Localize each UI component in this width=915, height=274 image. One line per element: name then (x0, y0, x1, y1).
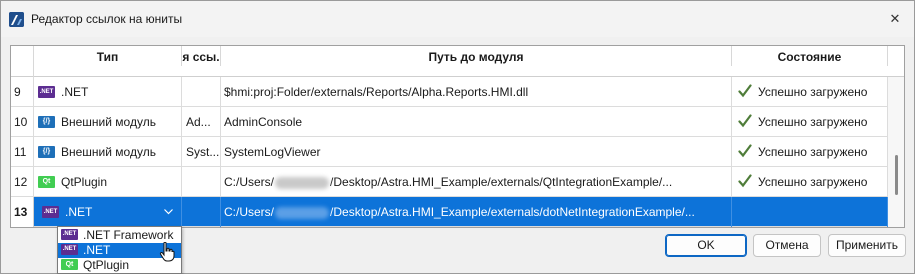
table-header: Тип я ссы. Путь до модуля Состояние (11, 46, 904, 77)
state-cell: Успешно загружено (732, 167, 888, 197)
header-num (11, 46, 34, 77)
status-label: Успешно загружено (758, 145, 868, 159)
dropdown-option[interactable]: .NET .NET Framework (58, 228, 181, 243)
combobox-value: .NET (65, 205, 93, 219)
units-table: Тип я ссы. Путь до модуля Состояние 9 .N… (10, 45, 905, 228)
qt-icon: Qt (38, 175, 55, 188)
checkmark-icon (738, 144, 752, 158)
header-type[interactable]: Тип (34, 46, 182, 66)
path-cell[interactable]: AdminConsole (221, 107, 732, 137)
app-icon (9, 12, 24, 27)
option-label: .NET Framework (83, 228, 174, 242)
type-combobox[interactable]: .NET .NET (37, 200, 180, 224)
unit-link-editor-window: Редактор ссылок на юниты ✕ Тип я ссы. Пу… (0, 0, 915, 274)
checkmark-icon (738, 114, 752, 128)
path-prefix: C:/Users/ (224, 205, 275, 219)
option-label: .NET (83, 243, 111, 257)
type-label: .NET (61, 85, 89, 99)
state-cell: Успешно загружено (732, 77, 888, 107)
type-cell[interactable]: {/} Внешний модуль (34, 107, 182, 137)
header-link[interactable]: я ссы. (182, 46, 221, 66)
type-cell[interactable]: {/} Внешний модуль (34, 137, 182, 167)
close-icon: ✕ (889, 11, 901, 26)
status-label: Успешно загружено (758, 85, 868, 99)
type-cell[interactable]: Qt QtPlugin (34, 167, 182, 197)
path-cell[interactable]: SystemLogViewer (221, 137, 732, 167)
redacted-username (275, 206, 330, 219)
table-row[interactable]: 12 Qt QtPlugin C:/Users/ /Desktop/Astra.HM… (11, 167, 888, 197)
status-label: Успешно загружено (758, 115, 868, 129)
row-number: 13 (11, 197, 34, 227)
dotnet-icon: .NET (61, 229, 78, 241)
option-label: QtPlugin (83, 258, 130, 272)
window-title: Редактор ссылок на юниты (31, 12, 183, 26)
table-row[interactable]: 10 {/} Внешний модуль Ad... AdminConsole … (11, 107, 888, 137)
external-module-icon: {/} (38, 145, 55, 158)
type-cell[interactable]: .NET .NET (34, 77, 182, 107)
dotnet-icon: .NET (42, 205, 59, 218)
apply-button[interactable]: Применить (828, 234, 906, 257)
cancel-button[interactable]: Отмена (753, 234, 821, 257)
link-cell[interactable] (182, 167, 221, 197)
type-label: QtPlugin (61, 175, 108, 189)
path-cell[interactable]: C:/Users/ /Desktop/Astra.HMI_Example/exte… (221, 197, 732, 227)
status-label: Успешно загружено (758, 175, 868, 189)
row-number: 12 (11, 167, 34, 197)
path-cell[interactable]: C:/Users/ /Desktop/Astra.HMI_Example/exte… (221, 167, 732, 197)
path-cell[interactable]: $hmi:proj:Folder/externals/Reports/Alpha… (221, 77, 732, 107)
row-number: 10 (11, 107, 34, 137)
row-number: 11 (11, 137, 34, 167)
dotnet-icon: .NET (61, 244, 78, 256)
vertical-scrollbar[interactable] (888, 77, 904, 227)
redacted-username (275, 176, 330, 189)
link-cell[interactable] (182, 77, 221, 107)
path-prefix: C:/Users/ (224, 175, 275, 189)
type-label: Внешний модуль (61, 145, 156, 159)
scrollbar-thumb[interactable] (895, 155, 898, 195)
checkmark-icon (738, 84, 752, 98)
link-cell[interactable]: Syst... (182, 137, 221, 167)
type-label: Внешний модуль (61, 115, 156, 129)
table-row-selected[interactable]: 13 .NET .NET .NET C:/Users/ /Desktop/Astra… (11, 197, 888, 227)
state-cell: Успешно загружено (732, 137, 888, 167)
state-cell: Успешно загружено (732, 107, 888, 137)
mouse-pointer-icon (159, 242, 175, 262)
chevron-down-icon (164, 209, 173, 215)
dotnet-icon: .NET (38, 85, 55, 98)
table-row[interactable]: 9 .NET .NET $hmi:proj:Folder/externals/Re… (11, 77, 888, 107)
title-bar: Редактор ссылок на юниты ✕ (1, 1, 914, 37)
checkmark-icon (738, 174, 752, 188)
link-cell[interactable]: Ad... (182, 107, 221, 137)
external-module-icon: {/} (38, 115, 55, 128)
header-path[interactable]: Путь до модуля (221, 46, 732, 66)
table-row[interactable]: 11 {/} Внешний модуль Syst... SystemLogVi… (11, 137, 888, 167)
link-cell[interactable] (182, 197, 221, 227)
header-state[interactable]: Состояние (732, 46, 888, 66)
path-suffix: /Desktop/Astra.HMI_Example/externals/QtI… (330, 175, 673, 189)
row-number: 9 (11, 77, 34, 107)
path-suffix: /Desktop/Astra.HMI_Example/externals/dot… (330, 205, 695, 219)
state-cell (732, 197, 888, 227)
ok-button[interactable]: OK (665, 234, 747, 257)
close-button[interactable]: ✕ (882, 7, 908, 31)
qt-icon: Qt (61, 259, 78, 271)
